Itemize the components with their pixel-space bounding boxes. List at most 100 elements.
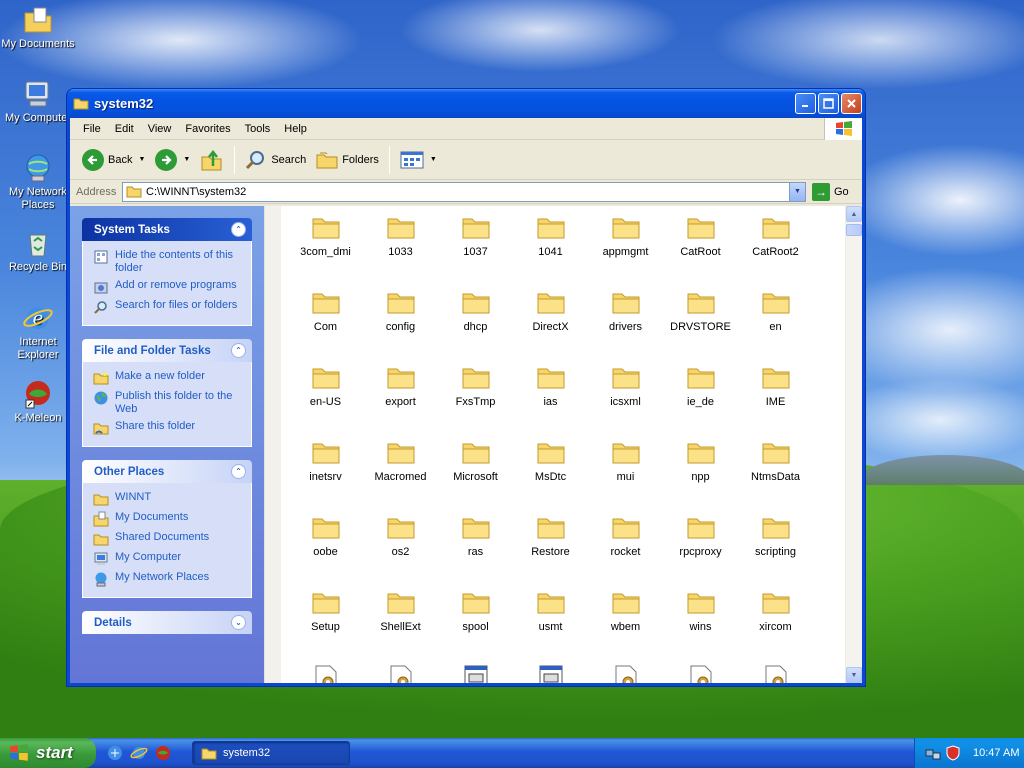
file-item[interactable]: ras	[438, 512, 513, 587]
menu-file[interactable]: File	[76, 123, 108, 135]
start-button[interactable]: start	[0, 738, 96, 768]
chevron-down-icon[interactable]: ▼	[183, 156, 190, 163]
place-my-documents[interactable]: My Documents	[93, 511, 245, 527]
scroll-up-button[interactable]: ▲	[846, 206, 862, 222]
collapse-icon[interactable]: ⌃	[231, 343, 246, 358]
network-connection-icon[interactable]	[925, 745, 941, 761]
title-bar[interactable]: system32	[67, 89, 865, 118]
file-item[interactable]: wbem	[588, 587, 663, 662]
file-item[interactable]: Microsoft	[438, 437, 513, 512]
chevron-down-icon[interactable]: ▼	[430, 156, 437, 163]
file-item[interactable]: 1041	[513, 212, 588, 287]
file-item[interactable]: drivers	[588, 287, 663, 362]
desktop-icon-internet-explorer[interactable]: e Internet Explorer	[0, 302, 76, 362]
file-item[interactable]: config	[363, 287, 438, 362]
file-item[interactable]: Setup	[288, 587, 363, 662]
file-item[interactable]: wins	[663, 587, 738, 662]
taskbar-button-system32[interactable]: system32	[192, 741, 350, 765]
file-item[interactable]: xircom	[738, 587, 813, 662]
other-places-header[interactable]: Other Places ⌃	[82, 460, 252, 483]
address-dropdown-button[interactable]: ▼	[789, 182, 805, 201]
file-item[interactable]: export	[363, 362, 438, 437]
file-item[interactable]: MsDtc	[513, 437, 588, 512]
file-item[interactable]: appmgmt	[588, 212, 663, 287]
desktop-icon-my-network-places[interactable]: My Network Places	[0, 152, 76, 212]
task-search-files[interactable]: Search for files or folders	[93, 299, 245, 315]
file-item[interactable]: NtmsData	[738, 437, 813, 512]
file-item[interactable]: Macromed	[363, 437, 438, 512]
file-folder-tasks-header[interactable]: File and Folder Tasks ⌃	[82, 339, 252, 362]
file-item[interactable]: IME	[738, 362, 813, 437]
file-item[interactable]	[438, 662, 513, 683]
file-item[interactable]	[363, 662, 438, 683]
menu-view[interactable]: View	[141, 123, 179, 135]
close-button[interactable]	[841, 93, 862, 114]
details-header[interactable]: Details ⌄	[82, 611, 252, 634]
file-item[interactable]: 1037	[438, 212, 513, 287]
desktop-icon-my-computer[interactable]: My Computer	[0, 78, 76, 125]
file-item[interactable]: rocket	[588, 512, 663, 587]
explorer-window[interactable]: system32 File Edit View Favorites Tools …	[66, 88, 866, 687]
file-item[interactable]	[288, 662, 363, 683]
up-folder-button[interactable]	[196, 144, 228, 176]
menu-edit[interactable]: Edit	[108, 123, 141, 135]
place-my-computer[interactable]: My Computer	[93, 551, 245, 567]
place-winnt[interactable]: WINNT	[93, 491, 245, 507]
desktop-icon-k-meleon[interactable]: K-Meleon	[0, 378, 76, 425]
file-item[interactable]	[588, 662, 663, 683]
file-item[interactable]: en	[738, 287, 813, 362]
file-item[interactable]: CatRoot2	[738, 212, 813, 287]
file-list[interactable]: 3com_dmi 1033 1037 1041 appmgmt CatRoot CatRoo…	[264, 206, 862, 683]
task-add-remove-programs[interactable]: Add or remove programs	[93, 279, 245, 295]
task-hide-contents[interactable]: Hide the contents of this folder	[93, 249, 245, 275]
scroll-down-button[interactable]: ▼	[846, 667, 862, 683]
back-button[interactable]: Back ▼	[78, 144, 149, 176]
file-item[interactable]	[663, 662, 738, 683]
file-item[interactable]: 3com_dmi	[288, 212, 363, 287]
file-item[interactable]: Com	[288, 287, 363, 362]
file-item[interactable]: npp	[663, 437, 738, 512]
internet-explorer-icon[interactable]	[130, 744, 148, 762]
file-item[interactable]: scripting	[738, 512, 813, 587]
file-item[interactable]: inetsrv	[288, 437, 363, 512]
menu-help[interactable]: Help	[277, 123, 314, 135]
expand-icon[interactable]: ⌄	[231, 615, 246, 630]
pane-splitter[interactable]	[264, 206, 281, 683]
system-tasks-header[interactable]: System Tasks ⌃	[82, 218, 252, 241]
file-item[interactable]: 1033	[363, 212, 438, 287]
place-shared-documents[interactable]: Shared Documents	[93, 531, 245, 547]
file-item[interactable]: mui	[588, 437, 663, 512]
task-publish-folder[interactable]: Publish this folder to the Web	[93, 390, 245, 416]
file-item[interactable]	[738, 662, 813, 683]
forward-button[interactable]: ▼	[151, 144, 194, 176]
vertical-scrollbar[interactable]: ▲ ▼	[845, 206, 862, 683]
task-make-new-folder[interactable]: Make a new folder	[93, 370, 245, 386]
file-item[interactable]: DRVSTORE	[663, 287, 738, 362]
desktop-icon-my-documents[interactable]: My Documents	[0, 4, 76, 51]
file-item[interactable]: spool	[438, 587, 513, 662]
k-meleon-icon[interactable]	[154, 744, 172, 762]
collapse-icon[interactable]: ⌃	[231, 464, 246, 479]
search-button[interactable]: Search	[241, 144, 310, 176]
file-item[interactable]: icsxml	[588, 362, 663, 437]
file-item[interactable]: dhcp	[438, 287, 513, 362]
file-item[interactable]: usmt	[513, 587, 588, 662]
file-item[interactable]: DirectX	[513, 287, 588, 362]
collapse-icon[interactable]: ⌃	[231, 222, 246, 237]
file-item[interactable]: ShellExt	[363, 587, 438, 662]
file-item[interactable]: os2	[363, 512, 438, 587]
file-item[interactable]: oobe	[288, 512, 363, 587]
file-item[interactable]: ie_de	[663, 362, 738, 437]
file-item[interactable]: Restore	[513, 512, 588, 587]
security-shield-icon[interactable]	[945, 745, 961, 761]
desktop-icon-recycle-bin[interactable]: Recycle Bin	[0, 227, 76, 274]
show-desktop-icon[interactable]	[106, 744, 124, 762]
menu-tools[interactable]: Tools	[238, 123, 278, 135]
folders-button[interactable]: Folders	[312, 144, 383, 176]
file-item[interactable]	[513, 662, 588, 683]
chevron-down-icon[interactable]: ▼	[138, 156, 145, 163]
views-button[interactable]: ▼	[396, 144, 441, 176]
file-item[interactable]: en-US	[288, 362, 363, 437]
file-item[interactable]: rpcproxy	[663, 512, 738, 587]
task-share-folder[interactable]: Share this folder	[93, 420, 245, 436]
